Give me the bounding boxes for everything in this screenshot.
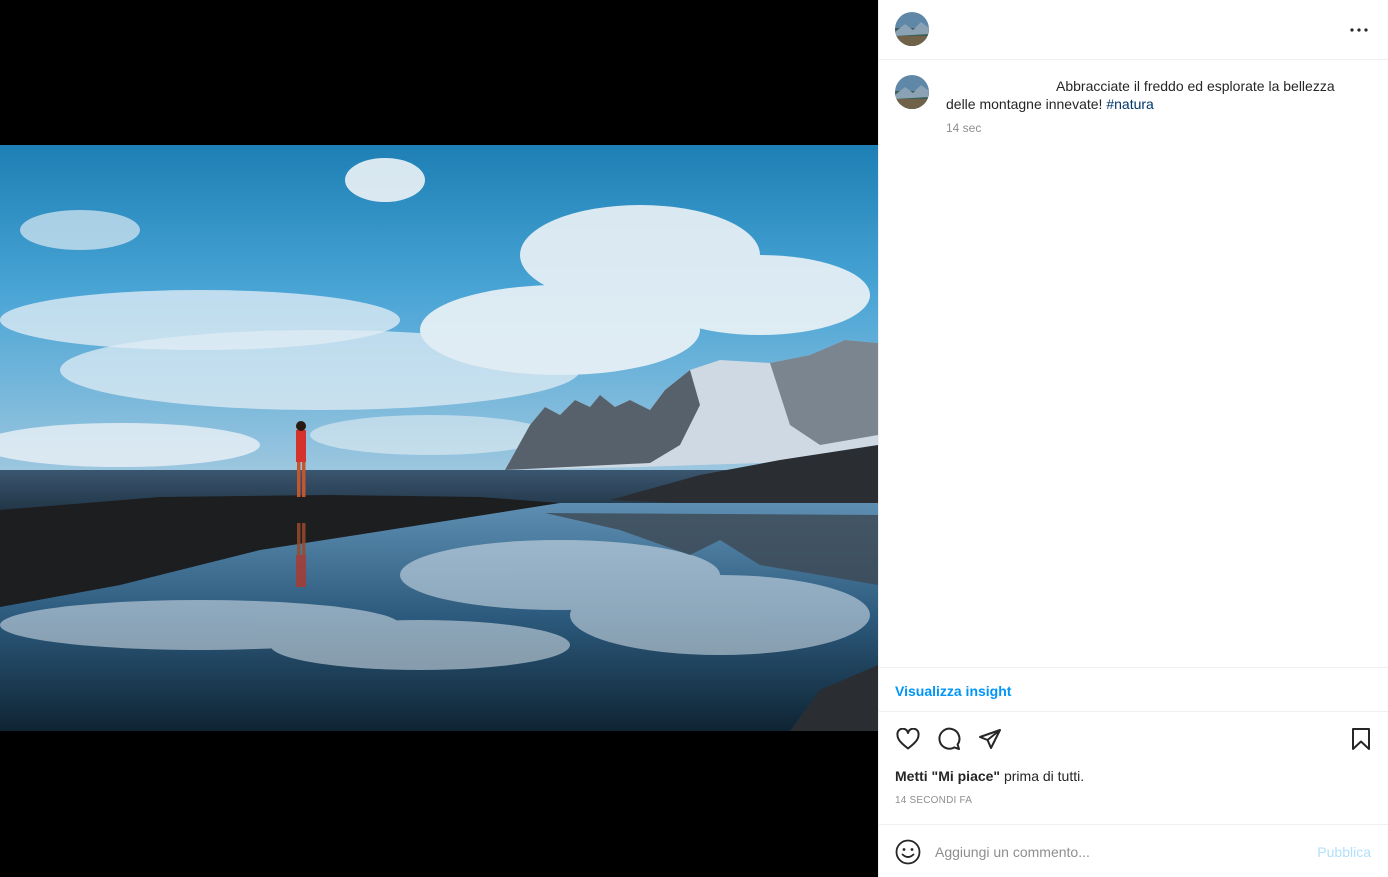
- comment-icon[interactable]: [934, 724, 964, 754]
- avatar-image: [895, 75, 929, 109]
- caption-time: 14 sec: [946, 121, 982, 135]
- likes-line: Metti "Mi piace" prima di tutti.: [895, 768, 1084, 784]
- post-header: [879, 0, 1388, 60]
- action-bar: [879, 722, 1388, 756]
- view-insights-link[interactable]: Visualizza insight: [895, 683, 1011, 699]
- like-first-link[interactable]: Metti "Mi piace": [895, 768, 1000, 784]
- post-sidebar: Abbracciate il freddo ed esplorate la be…: [878, 0, 1388, 877]
- comment-bar: Pubblica: [879, 824, 1388, 877]
- post-photo[interactable]: [0, 145, 878, 731]
- comment-input[interactable]: [935, 841, 1295, 863]
- mountain-lake-image: [0, 145, 878, 731]
- likes-rest: prima di tutti.: [1000, 768, 1085, 784]
- more-horizontal-icon[interactable]: [1347, 18, 1371, 42]
- post-caption: Abbracciate il freddo ed esplorate la be…: [946, 77, 1366, 113]
- caption-avatar[interactable]: [895, 75, 929, 109]
- heart-icon[interactable]: [893, 724, 923, 754]
- avatar[interactable]: [895, 12, 929, 46]
- post-media[interactable]: [0, 0, 878, 877]
- publish-button[interactable]: Pubblica: [1317, 844, 1371, 860]
- hashtag-link[interactable]: #natura: [1106, 96, 1153, 112]
- post-timestamp[interactable]: 14 SECONDI FA: [895, 795, 972, 806]
- emoji-icon[interactable]: [895, 839, 921, 865]
- bookmark-icon[interactable]: [1346, 724, 1376, 754]
- share-icon[interactable]: [975, 724, 1005, 754]
- insights-bar: Visualizza insight: [879, 667, 1388, 712]
- avatar-image: [895, 12, 929, 46]
